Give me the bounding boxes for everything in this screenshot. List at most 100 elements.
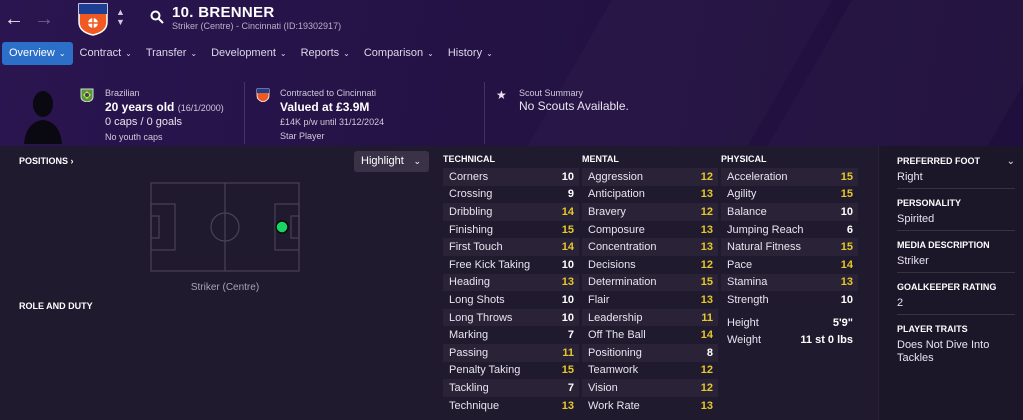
position-marker-striker[interactable] bbox=[275, 220, 289, 234]
attribute-name: Flair bbox=[588, 293, 610, 306]
attribute-row[interactable]: Agility 15 bbox=[721, 186, 858, 204]
attribute-row[interactable]: Concentration 13 bbox=[582, 238, 718, 256]
tab-overview[interactable]: Overview ⌄ bbox=[2, 42, 73, 65]
attribute-row[interactable]: Stamina 13 bbox=[721, 273, 858, 292]
chevron-down-icon: ⌄ bbox=[190, 49, 198, 58]
attribute-row[interactable]: Jumping Reach 6 bbox=[721, 221, 858, 239]
highlight-dropdown[interactable]: Highlight ⌄ bbox=[354, 151, 429, 172]
attribute-row[interactable]: Balance 10 bbox=[721, 203, 858, 221]
forward-arrow-icon[interactable]: → bbox=[34, 8, 54, 31]
chevron-down-icon[interactable]: ⌄ bbox=[1007, 156, 1015, 167]
goalkeeper-rating-block: GOALKEEPER RATING 2 bbox=[897, 282, 1015, 310]
attribute-row[interactable]: Strength 10 bbox=[721, 291, 858, 309]
attribute-row[interactable]: Off The Ball 14 bbox=[582, 326, 718, 344]
attribute-value: 10 bbox=[840, 205, 853, 218]
attribute-row[interactable]: Determination 15 bbox=[582, 273, 718, 292]
caps: 0 caps / 0 goals bbox=[105, 116, 183, 128]
attribute-row[interactable]: Heading 13 bbox=[443, 273, 579, 292]
tab-comparison[interactable]: Comparison ⌄ bbox=[357, 42, 441, 65]
positions-link[interactable]: POSITIONS › bbox=[19, 156, 74, 166]
overview-panel: POSITIONS › Highlight ⌄ Striker (Centre) … bbox=[0, 146, 1023, 420]
tab-history[interactable]: History ⌄ bbox=[441, 42, 500, 65]
attribute-name: Passing bbox=[449, 346, 489, 359]
attribute-row[interactable]: Crossing 9 bbox=[443, 186, 579, 204]
attribute-row[interactable]: Tackling 7 bbox=[443, 379, 579, 397]
player-subtitle: Striker (Centre) - Cincinnati (ID:193029… bbox=[172, 21, 342, 31]
scout-summary-title: Scout Summary bbox=[519, 88, 584, 98]
attribute-value: 10 bbox=[840, 293, 853, 306]
attribute-value: 13 bbox=[700, 293, 713, 306]
club-badge-small-icon[interactable] bbox=[256, 88, 270, 102]
wage: £14K p/w until 31/12/2024 bbox=[280, 117, 385, 127]
attribute-row[interactable]: Finishing 15 bbox=[443, 221, 579, 239]
divider bbox=[897, 230, 1015, 231]
attribute-row[interactable]: Long Throws 10 bbox=[443, 308, 579, 327]
attribute-row[interactable]: Aggression 12 bbox=[582, 168, 718, 186]
attribute-value: 7 bbox=[567, 329, 574, 342]
club-badge-icon[interactable] bbox=[77, 2, 109, 36]
attribute-row[interactable]: Long Shots 10 bbox=[443, 291, 579, 309]
back-arrow-icon[interactable]: ← bbox=[4, 8, 24, 31]
attribute-name: Positioning bbox=[588, 346, 642, 359]
attribute-row[interactable]: First Touch 14 bbox=[443, 238, 579, 256]
divider bbox=[897, 272, 1015, 273]
attribute-row[interactable]: Leadership 11 bbox=[582, 308, 718, 327]
attribute-row[interactable]: Work Rate 13 bbox=[582, 397, 718, 415]
attribute-row[interactable]: Passing 11 bbox=[443, 343, 579, 362]
attribute-name: Leadership bbox=[588, 311, 643, 324]
attribute-name: Finishing bbox=[449, 223, 494, 236]
attribute-row[interactable]: Penalty Taking 15 bbox=[443, 362, 579, 380]
attribute-row[interactable]: Dribbling 14 bbox=[443, 203, 579, 221]
position-pitch bbox=[150, 182, 300, 272]
attribute-row[interactable]: Decisions 12 bbox=[582, 256, 718, 274]
attribute-row[interactable]: Anticipation 13 bbox=[582, 186, 718, 204]
tab-development[interactable]: Development ⌄ bbox=[204, 42, 294, 65]
attribute-value: 12 bbox=[700, 364, 713, 377]
attribute-name: Strength bbox=[727, 293, 769, 306]
search-icon[interactable] bbox=[150, 10, 164, 24]
attribute-value: 12 bbox=[700, 170, 713, 183]
attribute-name: Heading bbox=[449, 276, 490, 289]
role-and-duty-label: ROLE AND DUTY bbox=[19, 301, 93, 311]
attribute-row[interactable]: Marking 7 bbox=[443, 326, 579, 344]
attribute-row[interactable]: Technique 13 bbox=[443, 397, 579, 415]
attribute-name: Vision bbox=[588, 381, 618, 394]
attribute-row[interactable]: Teamwork 12 bbox=[582, 362, 718, 380]
tab-bar: Overview ⌄ Contract ⌄ Transfer ⌄ Developmen… bbox=[2, 42, 500, 65]
attribute-row[interactable]: Pace 14 bbox=[721, 256, 858, 274]
goalkeeper-rating-heading: GOALKEEPER RATING bbox=[897, 282, 997, 292]
attribute-name: Agility bbox=[727, 188, 757, 201]
attribute-row[interactable]: Acceleration 15 bbox=[721, 168, 858, 186]
attribute-value: 13 bbox=[700, 241, 713, 254]
attribute-name: Bravery bbox=[588, 205, 626, 218]
weight-row: Weight 11 st 0 lbs bbox=[727, 334, 853, 347]
attribute-row[interactable]: Corners 10 bbox=[443, 168, 579, 186]
attribute-row[interactable]: Bravery 12 bbox=[582, 203, 718, 221]
media-description-block: MEDIA DESCRIPTION Striker bbox=[897, 240, 1015, 268]
club-switch-chevrons-icon[interactable]: ▲ ▼ bbox=[116, 7, 125, 27]
divider bbox=[244, 82, 245, 144]
attribute-name: Jumping Reach bbox=[727, 223, 804, 236]
attribute-name: Crossing bbox=[449, 188, 493, 201]
tab-transfer[interactable]: Transfer ⌄ bbox=[139, 42, 204, 65]
tab-reports[interactable]: Reports ⌄ bbox=[294, 42, 357, 65]
attribute-row[interactable]: Positioning 8 bbox=[582, 343, 718, 362]
attribute-name: Stamina bbox=[727, 276, 768, 289]
nationality-flag-icon[interactable] bbox=[80, 88, 94, 102]
attribute-row[interactable]: Free Kick Taking 10 bbox=[443, 256, 579, 274]
attribute-row[interactable]: Natural Fitness 15 bbox=[721, 238, 858, 256]
attribute-name: Teamwork bbox=[588, 364, 639, 377]
personality-heading: PERSONALITY bbox=[897, 198, 962, 208]
preferred-foot-block[interactable]: PREFERRED FOOT ⌄ Right bbox=[897, 156, 1015, 184]
attribute-name: Balance bbox=[727, 205, 767, 218]
attribute-value: 10 bbox=[561, 258, 574, 271]
attribute-row[interactable]: Vision 12 bbox=[582, 379, 718, 397]
attribute-name: Off The Ball bbox=[588, 329, 646, 342]
attribute-row[interactable]: Flair 13 bbox=[582, 291, 718, 309]
attribute-name: Natural Fitness bbox=[727, 241, 801, 254]
technical-rows: Corners 10 Crossing 9 Dribbling 14 Finishing 15… bbox=[443, 168, 579, 414]
youth-caps: No youth caps bbox=[105, 132, 163, 142]
attribute-row[interactable]: Composure 13 bbox=[582, 221, 718, 239]
attribute-value: 15 bbox=[561, 364, 574, 377]
tab-contract[interactable]: Contract ⌄ bbox=[73, 42, 139, 65]
